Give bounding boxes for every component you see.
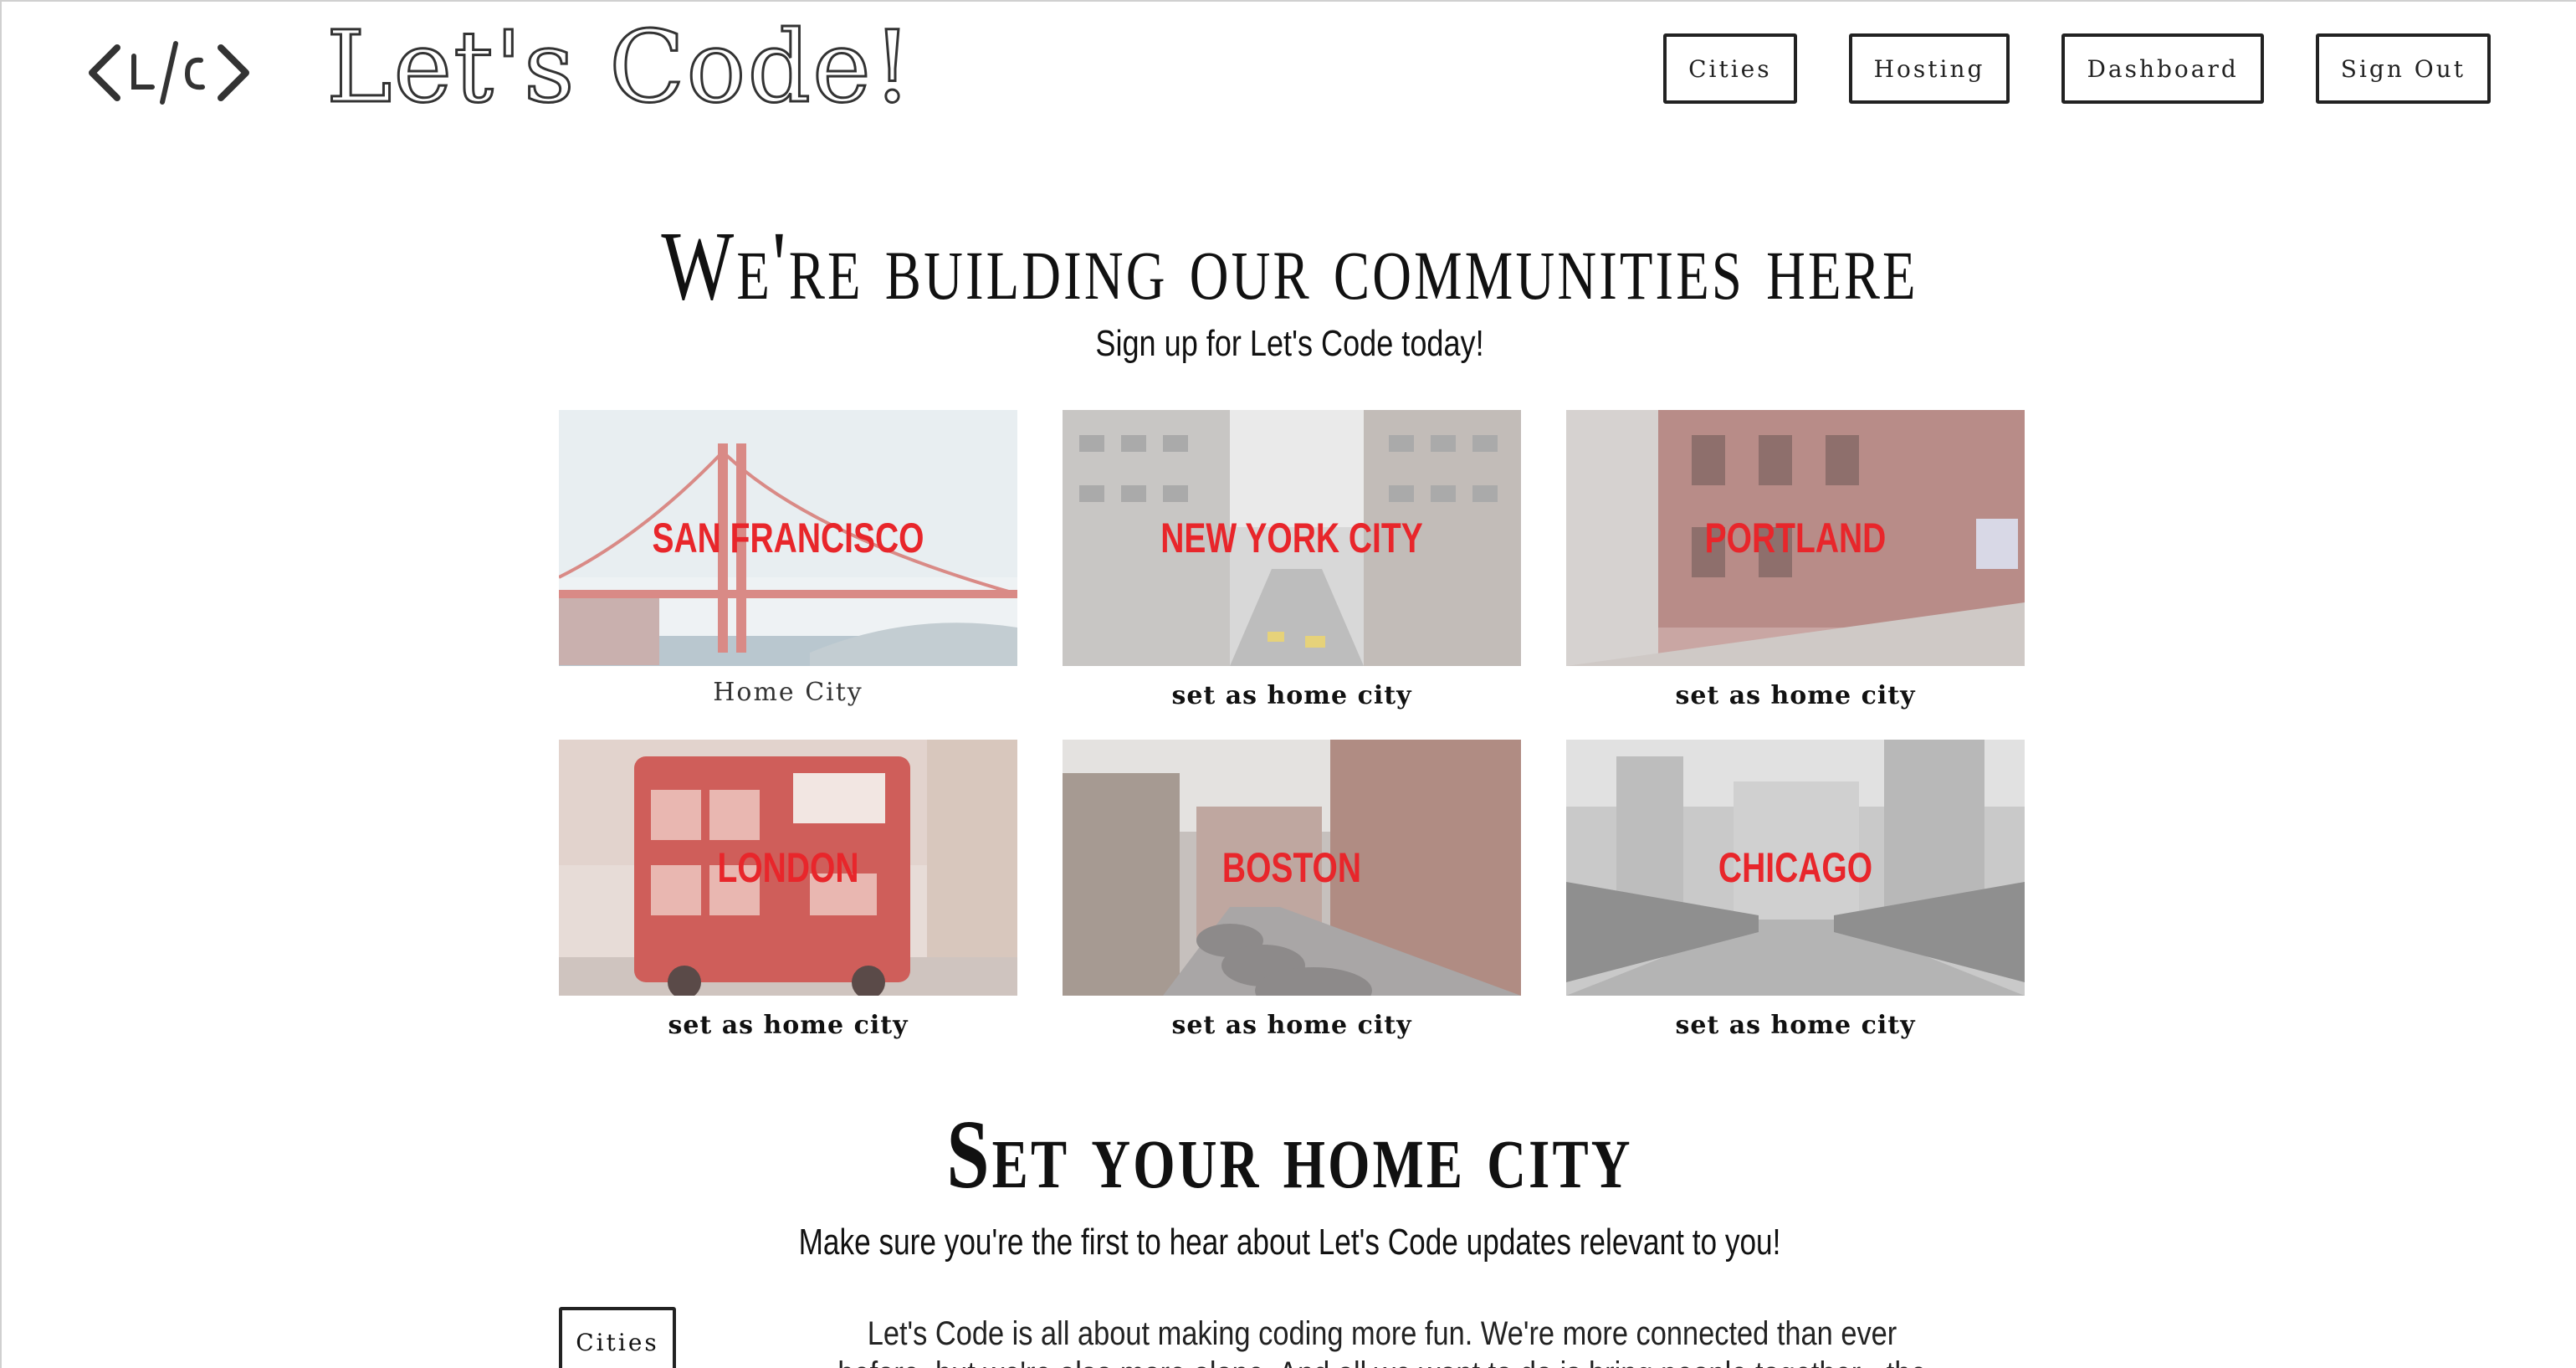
cities-button[interactable]: Cities	[559, 1307, 676, 1368]
city-card-new-york-city: NEW YORK CITY set as home city	[1063, 410, 1521, 740]
nav-cities-button[interactable]: Cities	[1663, 33, 1797, 104]
city-image-san-francisco[interactable]: SAN FRANCISCO	[559, 410, 1017, 666]
set-home-city-link[interactable]: set as home city	[1171, 1011, 1411, 1040]
set-home-city-link[interactable]: set as home city	[668, 1011, 908, 1040]
hero-title: We're building our communities here	[661, 211, 1918, 320]
set-home-city-link[interactable]: set as home city	[1675, 681, 1915, 710]
about-paragraph: Let's Code is all about making coding mo…	[837, 1315, 1926, 1368]
logo-wordmark[interactable]: Let's Code!	[325, 12, 914, 123]
city-image-portland[interactable]: PORTLAND	[1566, 410, 2025, 666]
set-home-city-link[interactable]: set as home city	[1675, 1011, 1915, 1040]
top-header: Let's Code! Cities Hosting Dashboard Sig…	[2, 2, 2576, 136]
city-card-london: LONDON set as home city	[559, 740, 1017, 1069]
logo-mark-icon[interactable]	[85, 27, 253, 119]
nav-dashboard-button[interactable]: Dashboard	[2061, 33, 2264, 104]
nav-hosting-button[interactable]: Hosting	[1848, 33, 2010, 104]
city-name-label: NEW YORK CITY	[1160, 515, 1423, 561]
city-card-chicago: CHICAGO set as home city	[1566, 740, 2025, 1069]
set-home-city-link[interactable]: set as home city	[1171, 681, 1411, 710]
city-name-label: CHICAGO	[1718, 844, 1873, 891]
home-section-subtitle: Make sure you're the first to hear about…	[798, 1222, 1781, 1263]
nav-sign-out-button[interactable]: Sign Out	[2315, 33, 2491, 104]
city-grid: SAN FRANCISCO Home City NEW YORK CITY se…	[559, 410, 2025, 1069]
city-image-chicago[interactable]: CHICAGO	[1566, 740, 2025, 996]
city-name-label: SAN FRANCISCO	[652, 515, 924, 561]
hero-subtitle: Sign up for Let's Code today!	[1095, 323, 1484, 364]
home-section-title: Set your home city	[946, 1099, 1633, 1209]
home-city-label: Home City	[713, 678, 863, 707]
city-card-portland: PORTLAND set as home city	[1566, 410, 2025, 740]
city-card-boston: BOSTON set as home city	[1063, 740, 1521, 1069]
city-name-label: PORTLAND	[1704, 515, 1887, 561]
city-name-label: LONDON	[717, 844, 859, 891]
city-image-new-york-city[interactable]: NEW YORK CITY	[1063, 410, 1521, 666]
city-image-boston[interactable]: BOSTON	[1063, 740, 1521, 996]
city-name-label: BOSTON	[1221, 844, 1362, 891]
main-nav: Cities Hosting Dashboard Sign Out	[1663, 33, 2491, 104]
city-image-london[interactable]: LONDON	[559, 740, 1017, 996]
city-card-san-francisco: SAN FRANCISCO Home City	[559, 410, 1017, 740]
